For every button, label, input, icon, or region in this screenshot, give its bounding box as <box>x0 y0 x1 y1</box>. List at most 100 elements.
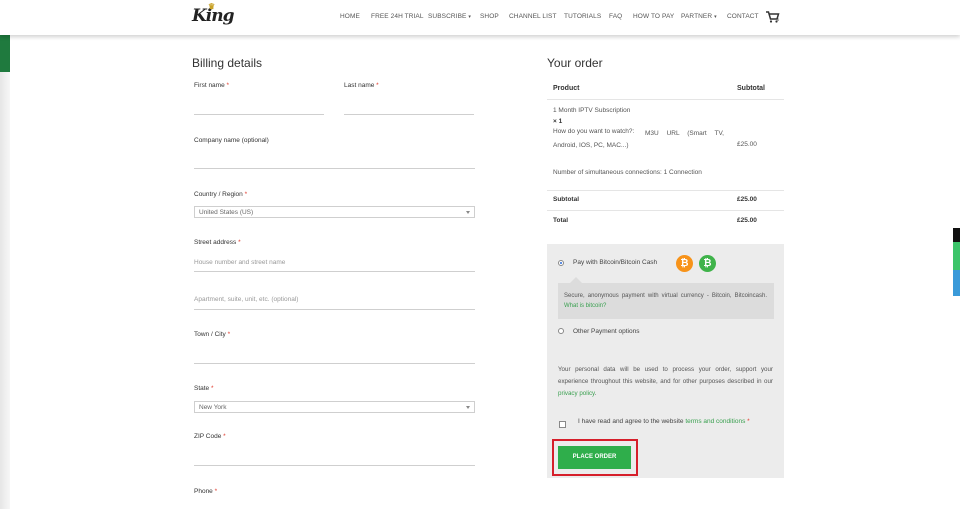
order-connections: Number of simultaneous connections: 1 Co… <box>553 169 702 176</box>
nav-item-tutorials[interactable]: TUTORIALS <box>564 13 601 20</box>
bitcoin-icon: ₿ <box>676 255 693 272</box>
terms-checkbox[interactable] <box>559 421 566 428</box>
company-input[interactable] <box>194 168 475 169</box>
required-mark: * <box>223 433 226 440</box>
bitcoin-cash-icon: ₿ <box>699 255 716 272</box>
terms-text: I have read and agree to the website <box>578 418 684 425</box>
phone-label-text: Phone <box>194 488 213 495</box>
city-label-text: Town / City <box>194 331 226 338</box>
bitcoin-radio[interactable] <box>558 260 564 266</box>
divider <box>547 99 784 100</box>
first-name-label: First name * <box>194 82 229 89</box>
left-shade-bar <box>0 72 10 509</box>
country-select[interactable]: United States (US) <box>194 206 475 218</box>
cart-count: 0 <box>777 17 780 22</box>
first-name-label-text: First name <box>194 82 225 89</box>
nav-item-channel-list[interactable]: CHANNEL LIST <box>509 13 557 20</box>
billing-title: Billing details <box>192 56 263 70</box>
street-label: Street address * <box>194 239 241 246</box>
order-col-subtotal: Subtotal <box>737 85 765 92</box>
site-header: ♛ King HOME FREE 24H TRIAL SUBSCRIBE ▾ S… <box>0 0 960 35</box>
required-mark: * <box>226 82 230 89</box>
zip-label-text: ZIP Code <box>194 433 222 440</box>
required-mark: * <box>227 331 231 338</box>
last-name-label: Last name * <box>344 82 379 89</box>
required-mark: * <box>244 191 248 198</box>
first-name-input[interactable] <box>194 114 324 115</box>
subtotal-label: Subtotal <box>553 196 579 203</box>
privacy-notice: Your personal data will be used to proce… <box>558 366 773 397</box>
street-label-text: Street address <box>194 239 237 246</box>
chevron-down-icon <box>466 211 470 214</box>
bitcoin-description: Secure, anonymous payment with virtual c… <box>564 291 767 311</box>
required-mark: * <box>214 488 218 495</box>
state-label-text: State <box>194 385 210 392</box>
street-input-placeholder: House number and street name <box>194 259 286 266</box>
nav-item-partner-label: PARTNER <box>681 13 713 20</box>
zip-label: ZIP Code * <box>194 433 226 440</box>
order-title: Your order <box>547 56 603 70</box>
other-payment-radio[interactable] <box>558 328 564 334</box>
city-input[interactable] <box>194 363 475 364</box>
left-accent-bar <box>0 35 10 72</box>
side-tab-green[interactable] <box>953 242 960 270</box>
privacy-notice-text: Your personal data will be used to proce… <box>558 366 773 385</box>
nav-item-home[interactable]: HOME <box>340 13 360 20</box>
company-label: Company name (optional) <box>194 137 269 144</box>
bitcoin-description-text: Secure, anonymous payment with virtual c… <box>564 293 767 299</box>
required-mark: * <box>376 82 379 89</box>
nav-item-free-trial[interactable]: FREE 24H TRIAL <box>371 13 424 20</box>
required-mark: * <box>211 385 214 392</box>
order-item-price: £25.00 <box>737 141 757 148</box>
place-order-button[interactable]: Place order <box>558 446 631 469</box>
last-name-input[interactable] <box>344 114 474 115</box>
city-label: Town / City * <box>194 331 230 338</box>
last-name-label-text: Last name <box>344 82 375 89</box>
state-label: State * <box>194 385 214 392</box>
country-label-text: Country / Region <box>194 191 243 198</box>
site-logo[interactable]: ♛ King <box>192 1 234 30</box>
street-input[interactable] <box>194 271 475 272</box>
order-item-name: 1 Month IPTV Subscription <box>553 107 631 114</box>
terms-link[interactable]: terms and conditions <box>685 418 745 425</box>
nav-item-subscribe[interactable]: SUBSCRIBE ▾ <box>428 13 471 20</box>
total-value: £25.00 <box>737 217 757 224</box>
total-label: Total <box>553 217 569 224</box>
terms-label: I have read and agree to the website ter… <box>578 418 750 425</box>
divider <box>547 190 784 191</box>
state-select[interactable]: New York <box>194 401 475 413</box>
caret-down-icon: ▾ <box>714 14 717 20</box>
privacy-policy-link[interactable]: privacy policy <box>558 390 595 397</box>
required-mark: * <box>747 418 750 425</box>
country-label: Country / Region * <box>194 191 247 198</box>
order-item-qty: × 1 <box>553 118 563 125</box>
other-payment-label[interactable]: Other Payment options <box>573 328 639 335</box>
country-select-value: United States (US) <box>199 209 254 216</box>
crown-icon: ♛ <box>208 1 215 11</box>
caret-down-icon: ▾ <box>468 14 471 20</box>
nav-item-faq[interactable]: FAQ <box>609 13 622 20</box>
divider <box>547 210 784 211</box>
nav-item-contact[interactable]: CONTACT <box>727 13 759 20</box>
order-connections-label: Number of simultaneous connections: <box>553 169 662 176</box>
apartment-input[interactable] <box>194 309 475 310</box>
nav-item-subscribe-label: SUBSCRIBE <box>428 13 467 20</box>
nav-item-shop[interactable]: SHOP <box>480 13 499 20</box>
side-tab-blue[interactable] <box>953 270 960 296</box>
state-select-value: New York <box>199 404 227 411</box>
subtotal-value: £25.00 <box>737 196 757 203</box>
side-tab-black[interactable] <box>953 228 960 242</box>
order-connections-value: 1 Connection <box>663 169 702 176</box>
zip-input[interactable] <box>194 465 475 466</box>
order-col-product: Product <box>553 85 580 92</box>
bitcoin-label[interactable]: Pay with Bitcoin/Bitcoin Cash <box>573 259 657 266</box>
cart-icon[interactable]: 0 <box>766 10 780 23</box>
chevron-down-icon <box>466 406 470 409</box>
nav-item-partner[interactable]: PARTNER ▾ <box>681 13 717 20</box>
what-is-bitcoin-link[interactable]: What is bitcoin? <box>564 303 606 309</box>
phone-label: Phone * <box>194 488 217 495</box>
order-watch-value: M3U URL (Smart TV, Android, IOS, PC, MAC… <box>553 130 724 149</box>
required-mark: * <box>238 239 241 246</box>
nav-item-how-to-pay[interactable]: HOW TO PAY <box>633 13 674 20</box>
apartment-input-placeholder: Apartment, suite, unit, etc. (optional) <box>194 296 299 303</box>
